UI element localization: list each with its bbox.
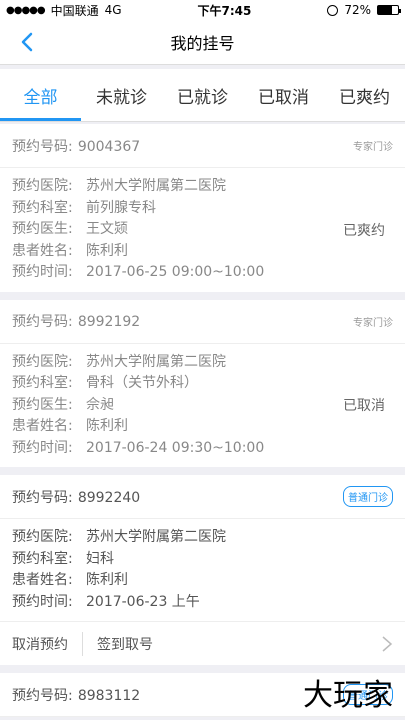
patient-label: 患者姓名:	[12, 572, 73, 588]
chevron-right-icon[interactable]	[381, 635, 393, 653]
tab-bar: 全部 未就诊 已就诊 已取消 已爽约	[0, 69, 405, 122]
appointment-number: 8992240	[77, 489, 141, 506]
department-label: 预约科室:	[12, 550, 73, 567]
hospital-value: 苏州大学附属第二医院	[86, 353, 226, 370]
appointment-number: 8992192	[77, 314, 141, 330]
tab-not-visited[interactable]: 未就诊	[81, 69, 162, 121]
tab-cancelled[interactable]: 已取消	[243, 69, 324, 121]
clinic-type-badge: 专家门诊	[353, 142, 393, 153]
rotation-lock-icon	[327, 4, 339, 16]
watermark-logo: 大玩家	[303, 678, 393, 713]
doctor-label: 预约医生:	[12, 221, 73, 237]
hospital-value: 苏州大学附属第二医院	[86, 529, 226, 545]
hospital-label: 预约医院:	[12, 529, 73, 545]
patient-value: 陈利利	[86, 418, 128, 434]
department-value: 妇科	[86, 550, 114, 567]
appointment-number: 8983112	[77, 687, 141, 704]
time-value: 2017-06-25 09:00~10:00	[86, 264, 265, 280]
carrier-label: 中国联通	[50, 3, 99, 18]
tab-all[interactable]: 全部	[0, 69, 81, 121]
appointment-list[interactable]: 预约号码: 9004367 专家门诊 预约医院: 苏州大学附属第二医院 预约科室:…	[0, 124, 405, 720]
time-value: 2017-06-24 09:30~10:00	[86, 439, 265, 456]
tab-missed[interactable]: 已爽约	[324, 69, 405, 121]
number-label: 预约号码:	[12, 687, 73, 704]
department-label: 预约科室:	[12, 375, 73, 391]
appointment-card[interactable]: 预约号码: 8992240 普通门诊 预约医院: 苏州大学附属第二医院 预约科室:…	[0, 475, 405, 665]
doctor-value: 王文颎	[86, 221, 128, 237]
department-label: 预约科室:	[12, 199, 73, 216]
department-value: 前列腺专科	[86, 199, 156, 216]
page-title: 我的挂号	[170, 34, 235, 53]
battery-icon	[377, 5, 401, 15]
check-in-button[interactable]: 签到取号	[97, 634, 153, 654]
number-label: 预约号码:	[12, 314, 73, 330]
doctor-label: 预约医生:	[12, 396, 73, 413]
appointment-status: 已爽约	[343, 222, 385, 239]
status-bar: ●●●●● 中国联通 4G 下午7:45 72%	[0, 0, 405, 20]
appointment-number: 9004367	[77, 138, 141, 155]
hospital-value: 苏州大学附属第二医院	[86, 178, 226, 194]
back-arrow-icon[interactable]	[16, 30, 40, 54]
number-label: 预约号码:	[12, 489, 73, 506]
time-label: 预约时间:	[12, 593, 73, 610]
network-label: 4G	[104, 3, 122, 17]
time-label: 预约时间:	[12, 439, 73, 456]
battery-percent: 72%	[344, 3, 371, 17]
hospital-label: 预约医院:	[12, 178, 73, 194]
appointment-card[interactable]: 预约号码: 9004367 专家门诊 预约医院: 苏州大学附属第二医院 预约科室:…	[0, 124, 405, 292]
doctor-value: 佘昶	[86, 396, 114, 413]
patient-value: 陈利利	[86, 572, 128, 588]
appointment-card[interactable]: 预约号码: 8992192 专家门诊 预约医院: 苏州大学附属第二医院 预约科室:…	[0, 299, 405, 467]
patient-label: 患者姓名:	[12, 242, 73, 259]
nav-bar: 我的挂号	[0, 20, 405, 65]
number-label: 预约号码:	[12, 138, 73, 155]
cancel-appointment-button[interactable]: 取消预约	[12, 634, 68, 654]
patient-value: 陈利利	[86, 242, 128, 259]
signal-icon: ●●●●●	[6, 4, 46, 16]
clinic-type-badge: 普通门诊	[343, 486, 393, 507]
action-divider	[82, 631, 83, 656]
status-time: 下午7:45	[197, 3, 252, 18]
appointment-status: 已取消	[343, 398, 385, 415]
clinic-type-badge: 专家门诊	[353, 317, 393, 329]
tab-visited[interactable]: 已就诊	[162, 69, 243, 121]
department-value: 骨科（关节外科）	[86, 375, 198, 391]
patient-label: 患者姓名:	[12, 418, 73, 434]
time-value: 2017-06-23 上午	[86, 593, 200, 610]
time-label: 预约时间:	[12, 264, 73, 280]
hospital-label: 预约医院:	[12, 353, 73, 370]
